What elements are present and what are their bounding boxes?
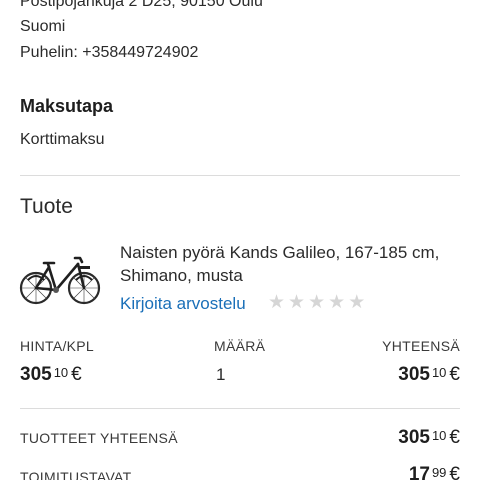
write-review-link[interactable]: Kirjoita arvostelu [120, 293, 246, 315]
quantity-value: 1 [216, 365, 226, 384]
shipping-currency: € [449, 464, 460, 480]
shipping-cents: 99 [431, 465, 447, 480]
unit-price: 305 10 € [20, 362, 82, 388]
shipping-label: TOIMITUSTAVAT [20, 469, 132, 480]
rating-stars[interactable]: ★ ★ ★ ★ ★ [268, 293, 365, 313]
product-section-heading: Tuote [20, 195, 73, 218]
line-total-main: 305 [398, 364, 430, 385]
products-total-main: 305 [398, 427, 430, 448]
bicycle-icon[interactable] [18, 250, 102, 310]
address-street-clip: Postipojankuja 2 D25, 90150 Oulu [0, 0, 480, 14]
divider [20, 175, 460, 176]
star-icon[interactable]: ★ [328, 293, 345, 313]
star-icon[interactable]: ★ [308, 293, 325, 313]
products-total-currency: € [449, 427, 460, 448]
products-total: 305 10 € [398, 425, 460, 451]
product-name[interactable]: Naisten pyörä Kands Galileo, 167-185 cm,… [120, 241, 470, 287]
unit-price-cents: 10 [53, 365, 69, 380]
address-country: Suomi [20, 18, 66, 35]
quantity-header: MÄÄRÄ [214, 338, 266, 354]
address-street: Postipojankuja 2 D25, 90150 Oulu [20, 0, 263, 10]
payment-method: Korttimaksu [20, 131, 105, 148]
products-total-label: TUOTTEET YHTEENSÄ [20, 430, 178, 446]
total-header: YHTEENSÄ [382, 338, 460, 354]
unit-price-currency: € [71, 364, 82, 385]
star-icon[interactable]: ★ [288, 293, 305, 313]
payment-title: Maksutapa [20, 96, 114, 116]
star-icon[interactable]: ★ [268, 293, 285, 313]
shipping-price: 17 99 € [409, 462, 460, 480]
shipping-main: 17 [408, 464, 430, 480]
divider [20, 408, 460, 409]
unit-price-main: 305 [20, 364, 52, 385]
line-total-cents: 10 [431, 365, 447, 380]
line-total-currency: € [449, 364, 460, 385]
address-phone: Puhelin: +358449724902 [20, 44, 199, 61]
line-total: 305 10 € [398, 362, 460, 388]
unit-price-header: HINTA/KPL [20, 338, 95, 354]
star-icon[interactable]: ★ [348, 293, 365, 313]
products-total-cents: 10 [431, 428, 447, 443]
